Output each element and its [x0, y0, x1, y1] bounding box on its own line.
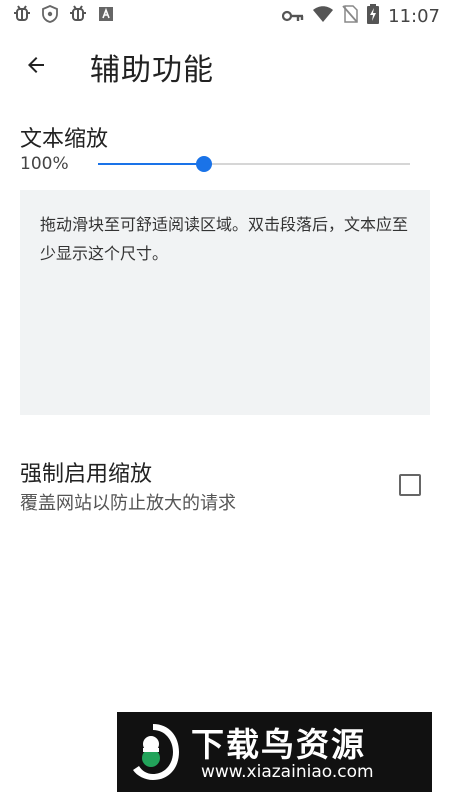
notification-icons — [0, 4, 114, 28]
key-icon — [282, 7, 304, 26]
text-preview-box: 拖动滑块至可舒适阅读区域。双击段落后，文本应至少显示这个尺寸。 — [20, 190, 430, 415]
status-bar: 11:07 — [0, 0, 450, 32]
no-sim-icon — [342, 5, 358, 27]
system-icons: 11:07 — [282, 4, 450, 28]
watermark-banner: 下载鸟资源 www.xiazainiao.com — [117, 712, 432, 792]
text-preview: 拖动滑块至可舒适阅读区域。双击段落后，文本应至少显示这个尺寸。 — [40, 215, 409, 263]
battery-charging-icon — [367, 4, 380, 28]
text-scaling-title: 文本缩放 — [20, 127, 109, 152]
force-zoom-setting[interactable]: 强制启用缩放 覆盖网站以防止放大的请求 — [20, 456, 430, 516]
bird-logo-icon — [125, 722, 181, 782]
back-button[interactable] — [20, 51, 52, 83]
slider-thumb[interactable] — [196, 156, 213, 172]
wifi-icon — [313, 6, 334, 26]
app-bar: 辅助功能 — [0, 38, 450, 96]
text-scaling-slider[interactable] — [98, 152, 410, 176]
accessibility-settings-screen: 11:07 辅助功能 文本缩放 100% 拖动滑块至可舒适阅读区域。双击段落后，… — [0, 0, 450, 800]
force-zoom-title: 强制启用缩放 — [20, 462, 153, 487]
page-title: 辅助功能 — [90, 53, 214, 88]
bug-icon — [12, 4, 32, 28]
arrow-back-icon — [24, 53, 48, 81]
bug-icon — [68, 4, 88, 28]
watermark-title: 下载鸟资源 — [191, 725, 366, 764]
watermark-url: www.xiazainiao.com — [201, 762, 374, 782]
text-scaling-row: 100% — [20, 152, 420, 178]
text-scaling-value: 100% — [20, 154, 69, 174]
force-zoom-description: 覆盖网站以防止放大的请求 — [20, 493, 236, 514]
slider-fill — [98, 163, 205, 165]
text-box-icon — [98, 6, 114, 26]
status-time: 11:07 — [388, 5, 440, 27]
shield-icon — [42, 5, 58, 27]
force-zoom-checkbox[interactable] — [399, 474, 421, 496]
